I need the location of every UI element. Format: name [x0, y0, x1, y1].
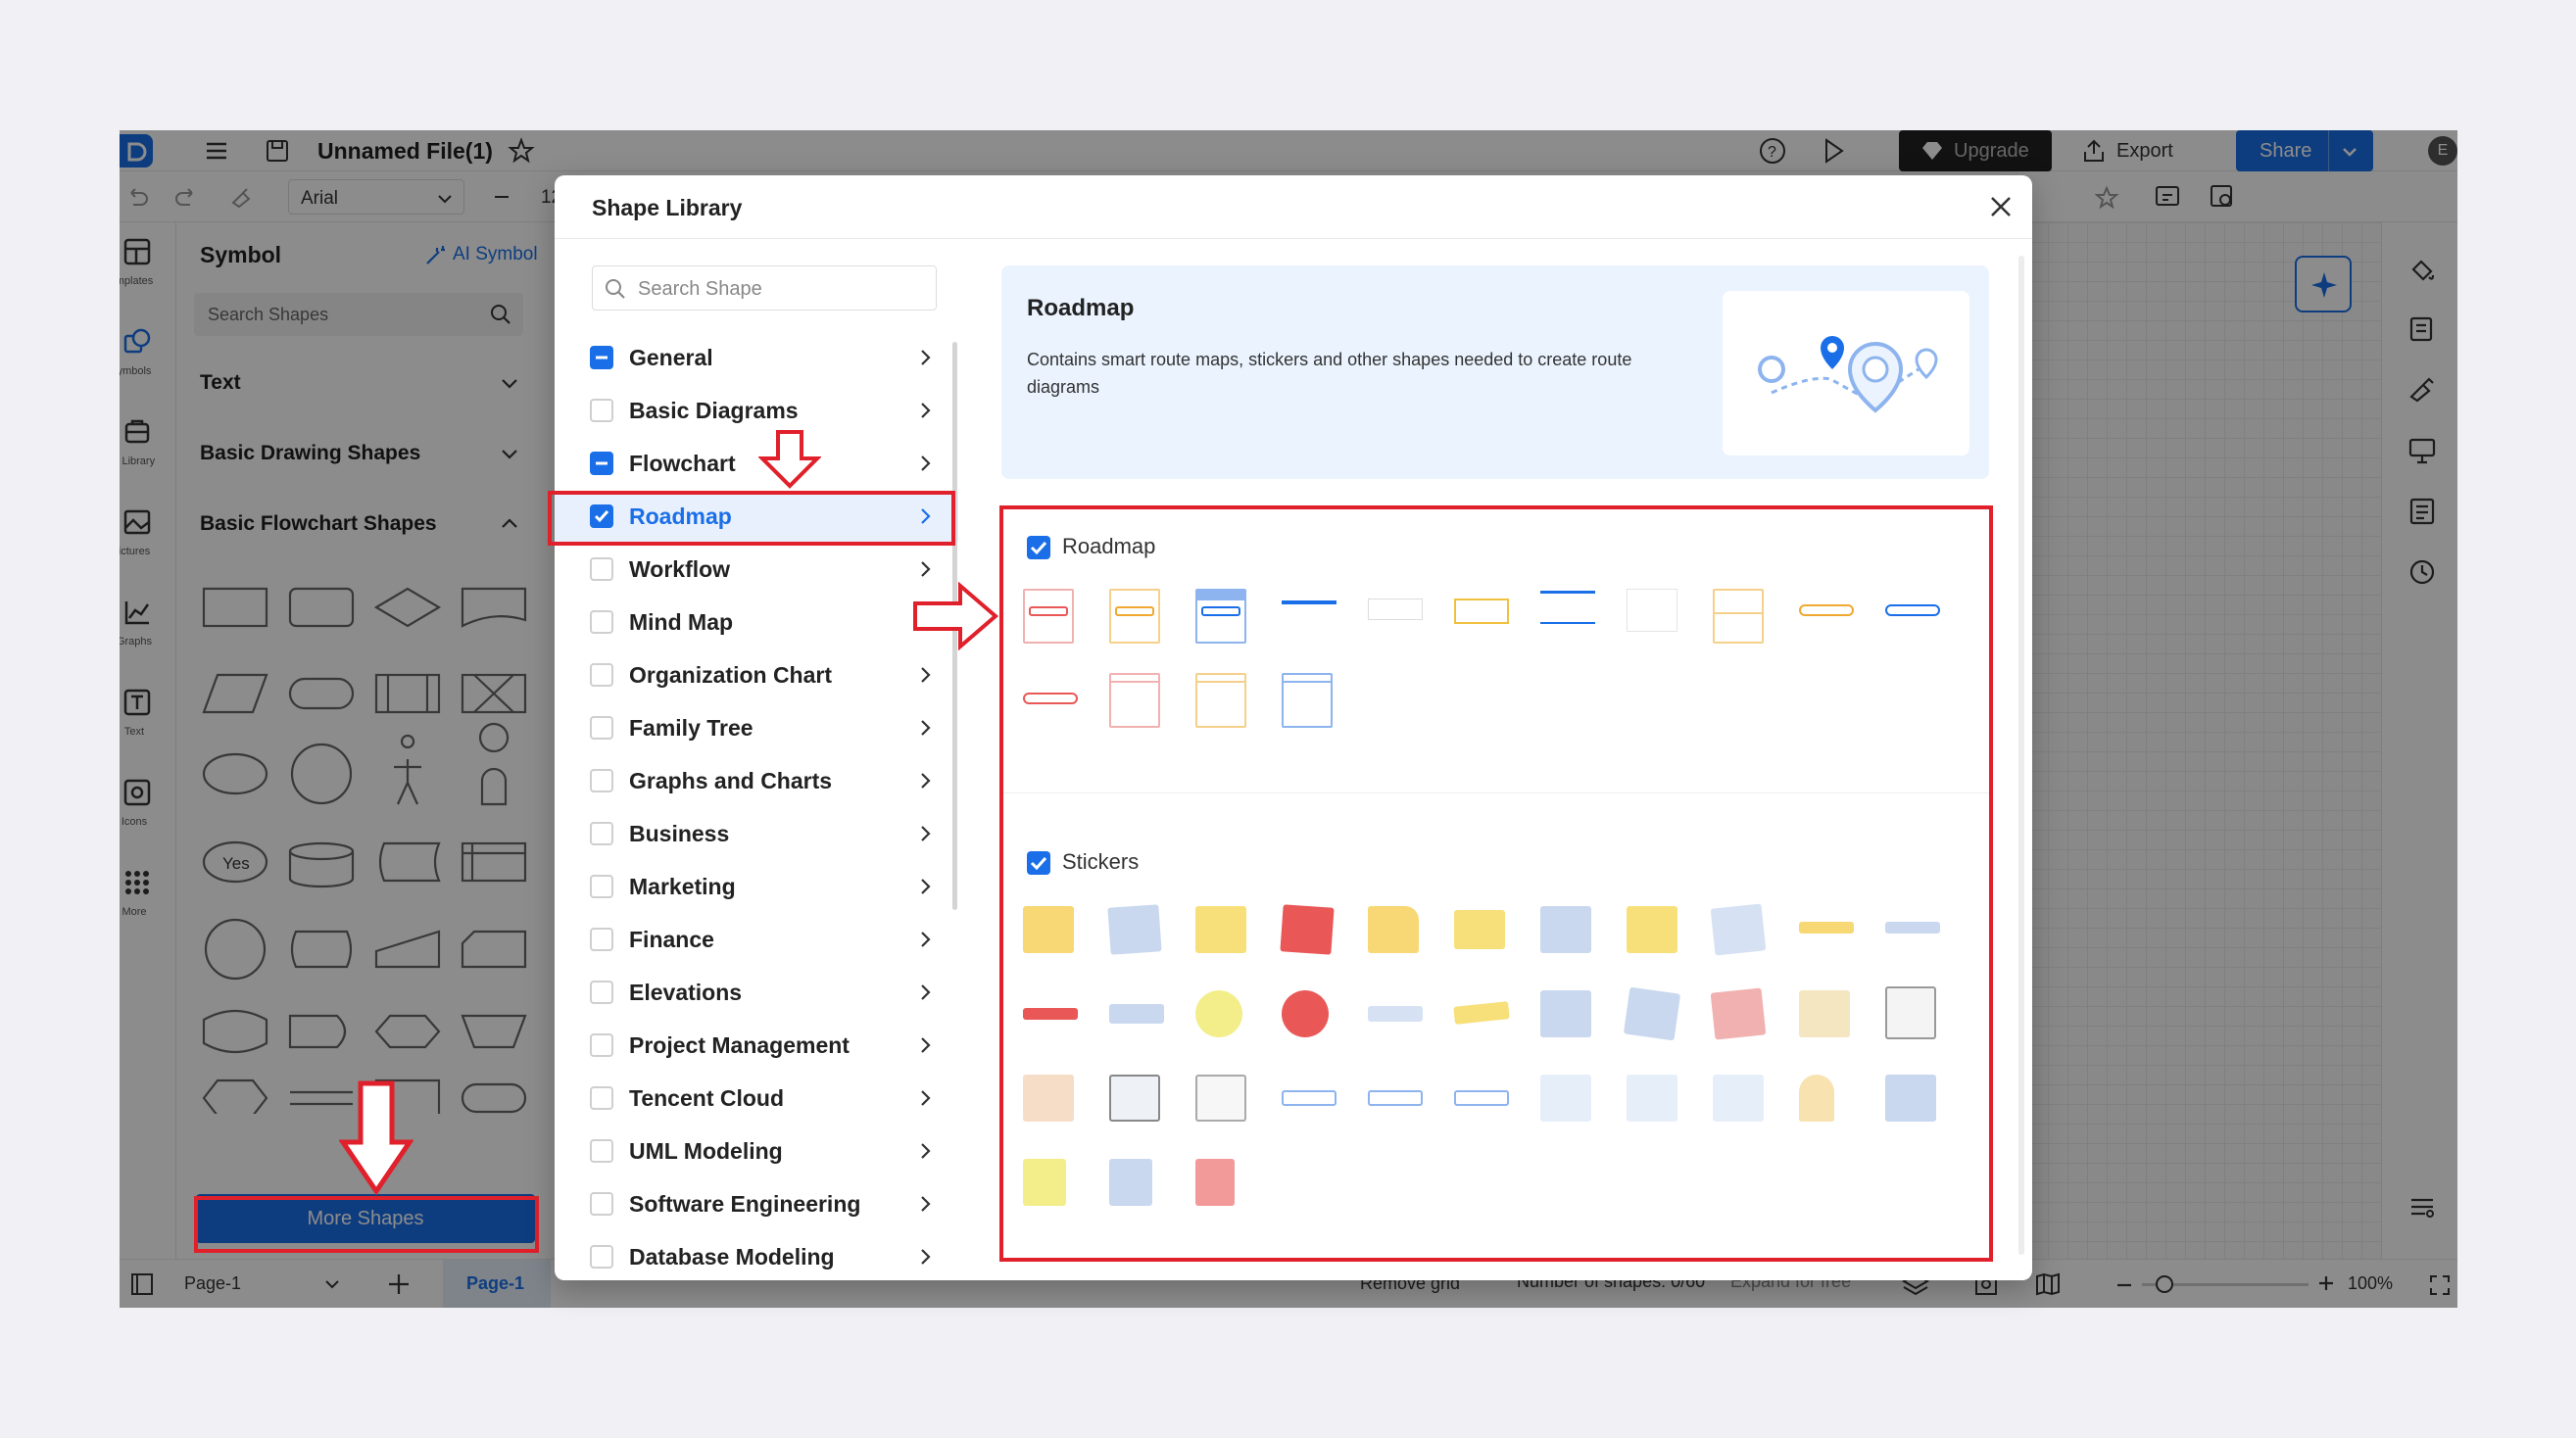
- category-checkbox[interactable]: [590, 663, 613, 687]
- chevron-right-icon: [921, 932, 931, 947]
- category-business[interactable]: Business: [590, 808, 943, 859]
- annotation-arrow-down-icon: [758, 430, 821, 489]
- chevron-right-icon: [921, 984, 931, 1000]
- chevron-right-icon: [921, 1090, 931, 1106]
- banner-illustration: [1723, 291, 1969, 455]
- chevron-right-icon: [921, 350, 931, 365]
- category-mind-map[interactable]: Mind Map: [590, 597, 943, 647]
- close-icon[interactable]: [1987, 193, 2015, 220]
- category-database-modeling[interactable]: Database Modeling: [590, 1231, 943, 1280]
- library-banner: Roadmap Contains smart route maps, stick…: [1001, 265, 1989, 479]
- category-tencent-cloud[interactable]: Tencent Cloud: [590, 1073, 943, 1124]
- category-checkbox[interactable]: [590, 822, 613, 845]
- chevron-right-icon: [921, 1143, 931, 1159]
- banner-description: Contains smart route maps, stickers and …: [1027, 350, 1632, 397]
- chevron-right-icon: [921, 773, 931, 789]
- category-elevations[interactable]: Elevations: [590, 967, 943, 1018]
- category-checkbox[interactable]: [590, 875, 613, 898]
- chevron-right-icon: [921, 720, 931, 736]
- map-pin-illustration-icon: [1758, 336, 1938, 413]
- chevron-right-icon: [921, 1037, 931, 1053]
- highlight-more-shapes: [194, 1196, 539, 1253]
- annotation-arrow-right-icon: [913, 582, 999, 650]
- category-graphs-and-charts[interactable]: Graphs and Charts: [590, 755, 943, 806]
- category-checkbox[interactable]: [590, 1192, 613, 1216]
- category-list: General Basic Diagrams Flowchart Roadmap…: [555, 175, 966, 1280]
- chevron-right-icon: [921, 826, 931, 841]
- category-uml-modeling[interactable]: UML Modeling: [590, 1126, 943, 1176]
- highlight-roadmap-category: [548, 491, 955, 546]
- category-checkbox[interactable]: [590, 1245, 613, 1269]
- category-checkbox[interactable]: [590, 928, 613, 951]
- category-finance[interactable]: Finance: [590, 914, 943, 965]
- chevron-right-icon: [921, 561, 931, 577]
- banner-title: Roadmap: [1027, 295, 1135, 321]
- category-checkbox[interactable]: [590, 981, 613, 1004]
- category-organization-chart[interactable]: Organization Chart: [590, 649, 943, 700]
- chevron-right-icon: [921, 403, 931, 418]
- category-checkbox[interactable]: [590, 1139, 613, 1163]
- category-checkbox[interactable]: [590, 557, 613, 581]
- category-checkbox[interactable]: [590, 1086, 613, 1110]
- category-checkbox[interactable]: [590, 1033, 613, 1057]
- category-checkbox[interactable]: [590, 716, 613, 740]
- category-workflow[interactable]: Workflow: [590, 544, 943, 595]
- category-family-tree[interactable]: Family Tree: [590, 702, 943, 753]
- highlight-shape-sections: [999, 505, 1993, 1262]
- chevron-right-icon: [921, 667, 931, 683]
- category-checkbox[interactable]: [590, 769, 613, 792]
- content-scrollbar[interactable]: [2018, 256, 2024, 1255]
- chevron-right-icon: [921, 879, 931, 894]
- category-checkbox[interactable]: [590, 346, 613, 369]
- category-checkbox[interactable]: [590, 610, 613, 634]
- category-marketing[interactable]: Marketing: [590, 861, 943, 912]
- category-checkbox[interactable]: [590, 452, 613, 475]
- chevron-right-icon: [921, 455, 931, 471]
- category-project-management[interactable]: Project Management: [590, 1020, 943, 1071]
- chevron-right-icon: [921, 1196, 931, 1212]
- category-checkbox[interactable]: [590, 399, 613, 422]
- category-software-engineering[interactable]: Software Engineering: [590, 1178, 943, 1229]
- chevron-right-icon: [921, 1249, 931, 1265]
- category-general[interactable]: General: [590, 332, 943, 383]
- annotation-arrow-down-icon: [339, 1080, 413, 1195]
